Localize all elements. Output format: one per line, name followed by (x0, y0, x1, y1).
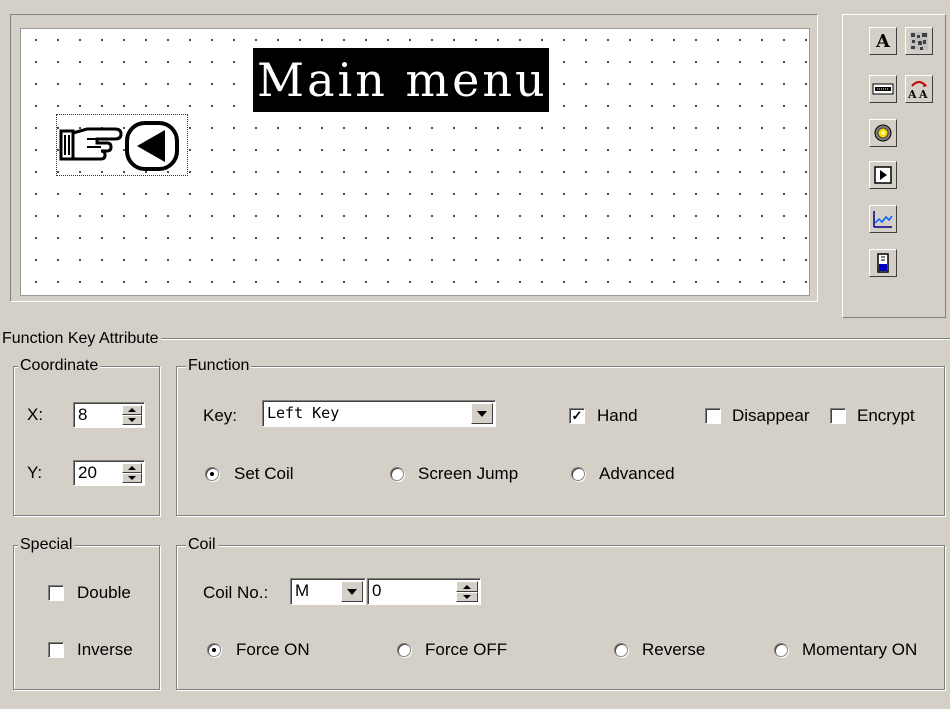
set-coil-label: Set Coil (234, 464, 294, 483)
inverse-label: Inverse (77, 640, 133, 659)
screen-jump-radio[interactable] (390, 467, 404, 481)
set-coil-radio[interactable] (205, 467, 219, 481)
special-group-label: Special (18, 536, 75, 554)
force-on-radio[interactable] (207, 643, 221, 657)
key-dropdown-button[interactable] (471, 403, 493, 424)
arrow-down-icon (128, 418, 136, 422)
text-tool-icon: A (876, 30, 890, 52)
key-select-value: Left Key (267, 404, 340, 422)
function-key-button[interactable] (869, 161, 897, 189)
coil-spin-up-button[interactable] (456, 581, 478, 592)
svg-text:A: A (907, 88, 917, 100)
y-coordinate-spinbox[interactable]: 20 (73, 460, 145, 486)
encrypt-label: Encrypt (857, 406, 915, 425)
double-label: Double (77, 583, 131, 602)
bitmap-tool-button[interactable] (905, 27, 933, 55)
function-group (176, 366, 945, 516)
hand-checkbox[interactable]: ✓ (569, 408, 585, 424)
arrow-up-icon (128, 408, 136, 412)
font-size-icon: A A (907, 81, 928, 100)
force-on-label: Force ON (236, 640, 310, 659)
reverse-label: Reverse (642, 640, 706, 659)
lamp-icon (874, 124, 892, 142)
double-checkbox[interactable] (48, 585, 64, 601)
advanced-label: Advanced (599, 464, 675, 483)
function-key-widget[interactable] (56, 114, 188, 176)
lamp-button[interactable] (869, 119, 897, 147)
key-label: Key: (203, 406, 238, 425)
coil-type-select[interactable]: M (290, 578, 366, 605)
coordinate-group (13, 366, 160, 516)
y-spin-up-button[interactable] (122, 463, 142, 473)
reverse-radio[interactable] (614, 643, 628, 657)
x-coordinate-spinbox[interactable]: 8 (73, 402, 145, 428)
arrow-up-icon (128, 466, 136, 470)
pointing-hand-icon (59, 121, 179, 171)
coil-no-label: Coil No.: (203, 583, 269, 602)
arrow-up-icon (463, 584, 471, 589)
coil-type-value: M (295, 581, 310, 600)
bitmap-tool-icon (910, 32, 928, 50)
chevron-down-icon (347, 588, 357, 595)
y-coordinate-value: 20 (78, 463, 97, 482)
data-display-icon (872, 83, 894, 95)
disappear-checkbox[interactable] (705, 408, 721, 424)
y-label: Y: (27, 463, 43, 482)
x-spin-up-button[interactable] (122, 405, 142, 415)
function-key-icon (874, 166, 892, 184)
x-label: X: (27, 405, 44, 424)
x-spin-down-button[interactable] (122, 415, 142, 425)
function-group-label: Function (186, 357, 252, 375)
coil-number-spinbox[interactable]: 0 (367, 578, 481, 605)
attribute-panel-title: Function Key Attribute (0, 330, 161, 348)
hand-label: Hand (597, 406, 638, 425)
key-select[interactable]: Left Key (262, 400, 496, 427)
special-group (13, 545, 160, 690)
force-off-label: Force OFF (425, 640, 508, 659)
coil-type-dropdown-button[interactable] (341, 581, 363, 602)
disappear-label: Disappear (732, 406, 810, 425)
coil-spin-down-button[interactable] (456, 592, 478, 602)
force-off-radio[interactable] (397, 643, 411, 657)
font-size-button[interactable]: A A (905, 75, 933, 103)
canvas-title-text[interactable]: Main menu (253, 48, 549, 112)
momentary-on-radio[interactable] (774, 643, 788, 657)
trend-chart-icon (873, 211, 893, 228)
y-spin-down-button[interactable] (122, 473, 142, 483)
coordinate-group-label: Coordinate (18, 357, 101, 375)
coil-number-value: 0 (372, 581, 382, 600)
svg-text:A: A (918, 88, 928, 100)
coil-group (176, 545, 945, 690)
chevron-down-icon (477, 410, 487, 417)
arrow-down-icon (463, 595, 471, 599)
advanced-radio[interactable] (571, 467, 585, 481)
arrow-down-icon (128, 476, 136, 480)
momentary-on-label: Momentary ON (802, 640, 918, 659)
text-tool-button[interactable]: A (869, 27, 897, 55)
bar-meter-icon (877, 253, 889, 273)
coil-group-label: Coil (186, 536, 218, 554)
inverse-checkbox[interactable] (48, 642, 64, 658)
bar-meter-button[interactable] (869, 249, 897, 277)
screen-jump-label: Screen Jump (418, 464, 519, 483)
encrypt-checkbox[interactable] (830, 408, 846, 424)
data-display-button[interactable] (869, 75, 897, 103)
toolbox-panel: A A A (842, 14, 946, 318)
trend-chart-button[interactable] (869, 205, 897, 233)
x-coordinate-value: 8 (78, 405, 88, 424)
